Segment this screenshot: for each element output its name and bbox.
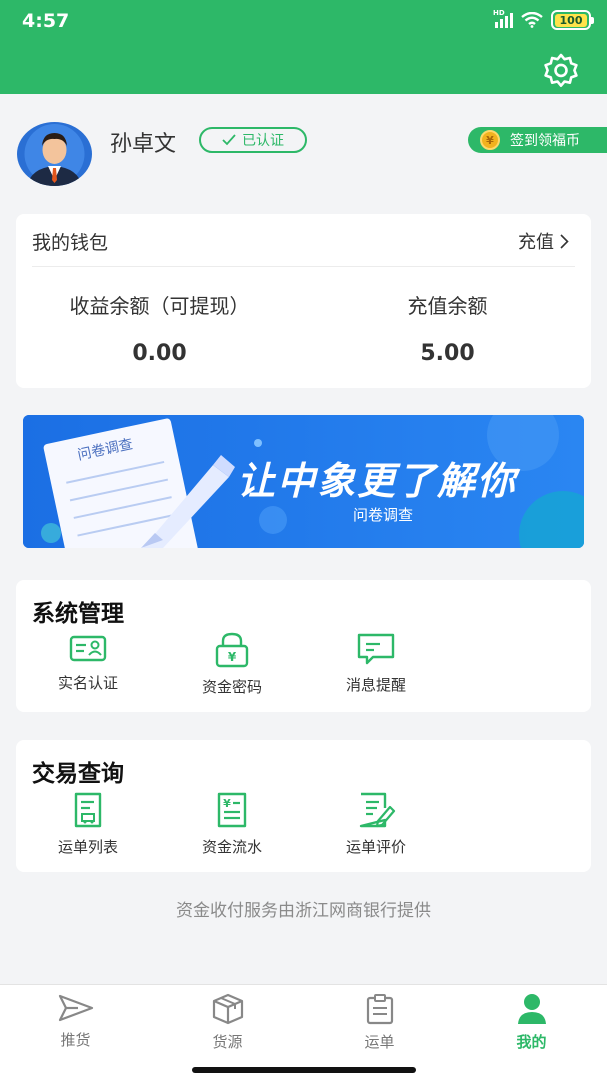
chevron-right-icon — [560, 233, 569, 249]
check-icon — [222, 134, 236, 146]
svg-text:¥: ¥ — [223, 797, 231, 810]
home-indicator — [192, 1067, 416, 1073]
earnings-balance[interactable]: 收益余额（可提现） 0.00 — [16, 290, 303, 366]
settings-button[interactable] — [541, 51, 581, 91]
profile-section: 孙卓文 已认证 ¥ 签到领福币 — [0, 94, 607, 204]
id-card-icon — [69, 635, 107, 662]
tab-label: 推货 — [60, 1031, 91, 1049]
grid-item-label: 运单列表 — [57, 838, 118, 856]
status-icons: HD 100 — [493, 9, 594, 30]
avatar[interactable] — [17, 122, 92, 186]
system-management-card: 系统管理 实名认证 ¥ 资金密码 消息提醒 — [16, 580, 591, 712]
grid-item-label: 消息提醒 — [345, 676, 406, 694]
verified-label: 已认证 — [242, 133, 284, 149]
status-bar: 4:57 HD 100 — [0, 0, 607, 46]
recharge-balance-value: 5.00 — [420, 341, 475, 366]
recharge-balance-label: 充值余额 — [407, 294, 488, 318]
recharge-link[interactable]: 充值 — [518, 228, 569, 254]
battery-icon: 100 — [551, 10, 594, 30]
coin-icon: ¥ — [480, 130, 500, 150]
tab-push-goods[interactable]: 推货 — [0, 993, 151, 1050]
grid-item-label: 运单评价 — [345, 838, 406, 856]
footer-note: 资金收付服务由浙江网商银行提供 — [176, 901, 431, 921]
clipboard-icon — [366, 994, 393, 1025]
gear-icon — [544, 53, 578, 87]
user-name: 孙卓文 — [110, 132, 177, 157]
survey-banner[interactable]: 问卷调查 让中象更了解你 问卷调查 — [23, 415, 584, 548]
tab-mine[interactable]: 我的 — [456, 993, 607, 1052]
tab-label: 运单 — [364, 1033, 395, 1051]
wifi-icon — [521, 12, 543, 28]
system-management-grid: 实名认证 ¥ 资金密码 消息提醒 — [16, 632, 591, 702]
tab-label: 我的 — [516, 1033, 547, 1051]
signal-icon: HD — [493, 9, 513, 28]
divider — [32, 266, 575, 267]
checkin-button[interactable]: ¥ 签到领福币 — [468, 127, 607, 153]
tab-label: 货源 — [212, 1033, 243, 1051]
verified-badge: 已认证 — [199, 127, 307, 153]
send-icon — [58, 994, 93, 1022]
status-time: 4:57 — [22, 10, 70, 32]
earnings-value: 0.00 — [132, 341, 187, 366]
header-bar — [0, 46, 607, 94]
battery-level: 100 — [555, 13, 587, 27]
wallet-title: 我的钱包 — [32, 232, 109, 254]
grid-item-label: 资金流水 — [201, 838, 262, 856]
grid-item-real-name[interactable]: 实名认证 — [16, 632, 160, 693]
waybill-review-icon — [359, 792, 396, 828]
grid-item-message-alerts[interactable]: 消息提醒 — [304, 632, 448, 695]
svg-text:¥: ¥ — [228, 650, 237, 664]
fund-flow-icon: ¥ — [217, 792, 247, 828]
grid-item-fund-password[interactable]: ¥ 资金密码 — [160, 632, 304, 697]
message-icon — [357, 633, 395, 665]
transaction-query-card: 交易查询 运单列表 ¥ 资金流水 运单评价 — [16, 740, 591, 872]
recharge-label: 充值 — [518, 232, 554, 253]
network-type-label: HD — [493, 8, 505, 17]
lock-icon: ¥ — [215, 632, 249, 668]
banner-subtitle: 问卷调查 — [353, 506, 414, 524]
tab-cargo-source[interactable]: 货源 — [152, 993, 303, 1052]
grid-item-waybill-list[interactable]: 运单列表 — [16, 792, 160, 857]
box-icon — [212, 993, 243, 1025]
section-title: 系统管理 — [32, 601, 124, 627]
waybill-list-icon — [74, 792, 102, 828]
grid-item-fund-flow[interactable]: ¥ 资金流水 — [160, 792, 304, 857]
tab-bar: 推货 货源 运单 我的 — [0, 984, 607, 1080]
earnings-label: 收益余额（可提现） — [69, 294, 250, 318]
wallet-card: 我的钱包 充值 收益余额（可提现） 0.00 充值余额 5.00 — [16, 214, 591, 388]
recharge-balance[interactable]: 充值余额 5.00 — [304, 290, 591, 366]
grid-item-label: 实名认证 — [57, 674, 118, 692]
checkin-label: 签到领福币 — [510, 133, 580, 149]
transaction-query-grid: 运单列表 ¥ 资金流水 运单评价 — [16, 792, 591, 862]
grid-item-label: 资金密码 — [201, 678, 262, 696]
grid-item-waybill-review[interactable]: 运单评价 — [304, 792, 448, 857]
person-icon — [517, 994, 546, 1024]
tab-waybill[interactable]: 运单 — [304, 993, 455, 1052]
section-title: 交易查询 — [32, 761, 124, 787]
banner-title: 让中象更了解你 — [237, 459, 518, 503]
